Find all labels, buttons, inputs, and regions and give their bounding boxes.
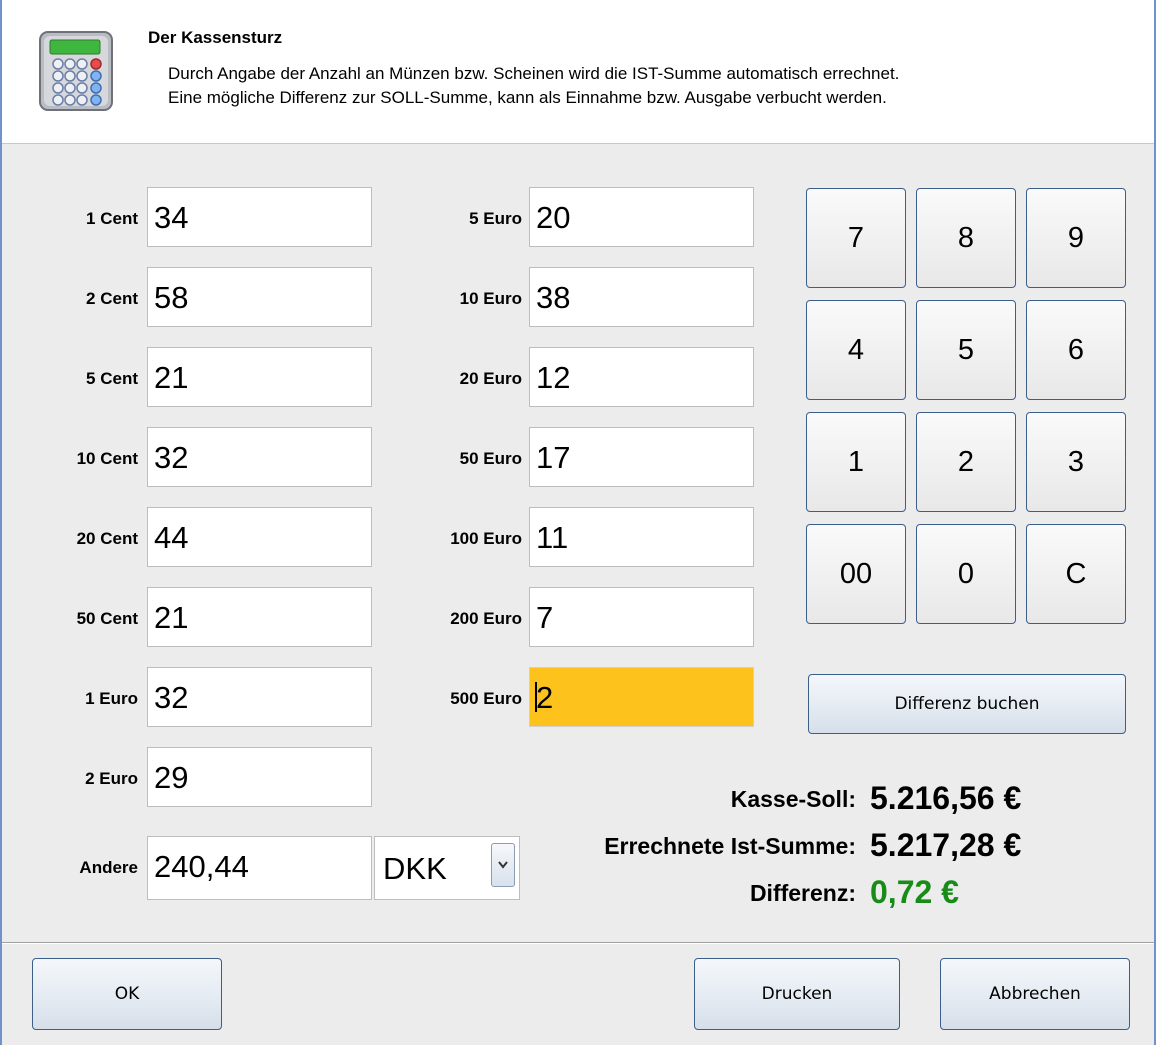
coin-label-20-cent: 20 Cent [76, 529, 138, 548]
coin-field-1-cent[interactable]: 34 [147, 187, 372, 247]
note-field-20-euro[interactable]: 12 [529, 347, 754, 407]
kasse-soll-value: 5.216,56 € [870, 780, 1022, 816]
coin-field-2-cent[interactable]: 58 [147, 267, 372, 327]
keypad-key-clear[interactable]: C [1026, 524, 1126, 624]
note-field-10-euro[interactable]: 38 [529, 267, 754, 327]
coin-field-2-euro[interactable]: 29 [147, 747, 372, 807]
coin-field-10-cent[interactable]: 32 [147, 427, 372, 487]
other-label: Andere [79, 858, 138, 877]
note-label-10-euro: 10 Euro [459, 289, 522, 308]
differenz-buchen-button[interactable]: Differenz buchen [808, 674, 1126, 734]
coin-label-10-cent: 10 Cent [76, 449, 138, 468]
keypad-key-7[interactable]: 7 [806, 188, 906, 288]
description-line-2: Eine mögliche Differenz zur SOLL-Summe, … [168, 88, 887, 107]
other-amount-field[interactable]: 240,44 [147, 836, 372, 900]
keypad-key-0[interactable]: 0 [916, 524, 1016, 624]
coin-label-5-cent: 5 Cent [86, 369, 138, 388]
coin-label-50-cent: 50 Cent [76, 609, 138, 628]
keypad-key-00[interactable]: 00 [806, 524, 906, 624]
differenz-value: 0,72 € [870, 874, 959, 910]
note-label-50-euro: 50 Euro [459, 449, 522, 468]
note-label-5-euro: 5 Euro [469, 209, 522, 228]
keypad-key-8[interactable]: 8 [916, 188, 1016, 288]
dialog-title: Der Kassensturz [148, 28, 283, 47]
differenz-label: Differenz: [749, 880, 856, 906]
dialog-header: Der Kassensturz Durch Angabe der Anzahl … [2, 0, 1154, 144]
coin-label-1-cent: 1 Cent [86, 209, 138, 228]
print-button[interactable]: Drucken [694, 958, 900, 1030]
currency-select-value: DKK [383, 851, 447, 886]
keypad-key-9[interactable]: 9 [1026, 188, 1126, 288]
footer-divider [2, 942, 1154, 944]
currency-select[interactable]: DKK [374, 836, 520, 900]
kasse-soll-label: Kasse-Soll: [730, 786, 856, 812]
note-field-50-euro[interactable]: 17 [529, 427, 754, 487]
keypad-key-1[interactable]: 1 [806, 412, 906, 512]
ist-summe-value: 5.217,28 € [870, 827, 1022, 863]
note-field-100-euro[interactable]: 11 [529, 507, 754, 567]
keypad-key-2[interactable]: 2 [916, 412, 1016, 512]
note-field-200-euro[interactable]: 7 [529, 587, 754, 647]
note-field-5-euro[interactable]: 20 [529, 187, 754, 247]
description-line-1: Durch Angabe der Anzahl an Münzen bzw. S… [168, 64, 900, 83]
note-label-200-euro: 200 Euro [450, 609, 522, 628]
keypad-key-4[interactable]: 4 [806, 300, 906, 400]
dialog-description: Durch Angabe der Anzahl an Münzen bzw. S… [168, 62, 899, 110]
kassensturz-window: Der Kassensturz Durch Angabe der Anzahl … [0, 0, 1156, 1045]
cancel-button[interactable]: Abbrechen [940, 958, 1130, 1030]
coin-field-20-cent[interactable]: 44 [147, 507, 372, 567]
ok-button[interactable]: OK [32, 958, 222, 1030]
coin-field-50-cent[interactable]: 21 [147, 587, 372, 647]
coin-label-1-euro: 1 Euro [85, 689, 138, 708]
note-label-20-euro: 20 Euro [459, 369, 522, 388]
keypad-key-5[interactable]: 5 [916, 300, 1016, 400]
note-field-500-euro[interactable]: 2 [529, 667, 754, 727]
keypad-key-3[interactable]: 3 [1026, 412, 1126, 512]
note-label-100-euro: 100 Euro [450, 529, 522, 548]
coin-field-5-cent[interactable]: 21 [147, 347, 372, 407]
coin-label-2-euro: 2 Euro [85, 769, 138, 788]
chevron-down-icon[interactable] [491, 843, 515, 887]
coin-field-1-euro[interactable]: 32 [147, 667, 372, 727]
coin-label-2-cent: 2 Cent [86, 289, 138, 308]
ist-summe-label: Errechnete Ist-Summe: [604, 833, 856, 859]
note-label-500-euro: 500 Euro [450, 689, 522, 708]
keypad-key-6[interactable]: 6 [1026, 300, 1126, 400]
calculator-icon [39, 31, 113, 111]
